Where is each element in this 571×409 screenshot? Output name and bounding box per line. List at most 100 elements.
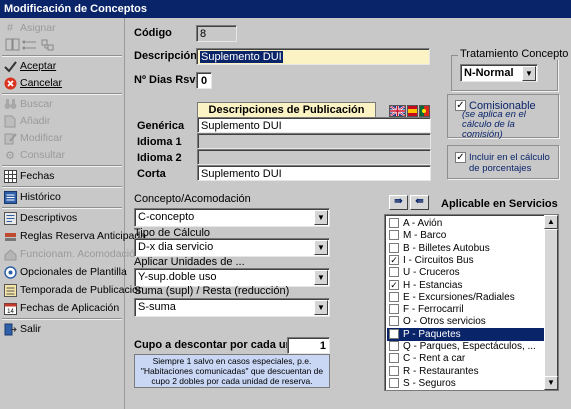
sidebar-item-fechas[interactable]: Fechas [0, 167, 124, 185]
service-checkbox[interactable] [389, 316, 399, 327]
sidebar-item-anadir[interactable]: Añadir [0, 112, 124, 130]
spain-flag-icon[interactable] [407, 105, 418, 117]
tipo-calculo-select[interactable]: D-x dia servicio ▼ [134, 238, 330, 257]
chevron-down-icon[interactable]: ▼ [314, 270, 328, 285]
concepto-select[interactable]: C-concepto ▼ [134, 208, 330, 227]
service-item[interactable]: ✓ I - Circuitos Bus [387, 254, 546, 267]
service-checkbox[interactable]: ✓ [389, 279, 399, 290]
descripcion-value: Suplemento DUI [200, 51, 283, 63]
gear-icon: ⚙ [5, 149, 15, 162]
scroll-thumb[interactable] [544, 229, 558, 379]
service-item[interactable]: F - Ferrocarril [387, 303, 546, 316]
service-item[interactable]: R - Restaurantes [387, 365, 546, 378]
codigo-label: Código [134, 27, 172, 39]
chevron-down-icon[interactable]: ▼ [314, 240, 328, 255]
service-item[interactable]: O - Otros servicios [387, 315, 546, 328]
sidebar-item-fechas-de-aplicacion[interactable]: 14 Fechas de Aplicación [0, 299, 124, 317]
sidebar: #Asignar Aceptar Cancelar Buscar Añadir [0, 18, 146, 409]
servicios-scrollbar[interactable]: ▲ ▼ [544, 215, 558, 390]
sidebar-item-cancelar[interactable]: Cancelar [0, 74, 124, 92]
cupo-field[interactable]: 1 [287, 337, 330, 354]
descripcion-label: Descripción [134, 50, 197, 62]
service-checkbox[interactable] [389, 353, 399, 364]
window-title: Modificación de Conceptos [0, 0, 571, 18]
service-item[interactable]: Q - Parques, Espectáculos, ... [387, 340, 546, 353]
sidebar-item-historico[interactable]: Histórico [0, 188, 124, 206]
aplicar-label: Aplicar Unidades de ... [134, 256, 245, 268]
dias-rsva-label: Nº Dias Rsva. [134, 74, 205, 86]
sidebar-item-descriptivos[interactable]: Descriptivos [0, 209, 124, 227]
chevron-down-icon[interactable]: ▼ [314, 210, 328, 225]
servicios-label: Aplicable en Servicios [441, 198, 558, 210]
sidebar-item-consultar[interactable]: ⚙ Consultar [0, 146, 124, 164]
idioma1-field[interactable] [197, 133, 431, 149]
service-checkbox[interactable] [389, 341, 399, 351]
descripcion-field[interactable]: Suplemento DUI [196, 48, 430, 65]
suma-select[interactable]: S-suma ▼ [134, 298, 330, 317]
idioma1-label: Idioma 1 [137, 136, 182, 148]
tratamiento-select[interactable]: N-Normal ▼ [460, 64, 538, 82]
service-item[interactable]: ✓ P - Paquetes [387, 327, 546, 341]
service-label: R - Restaurantes [403, 365, 479, 377]
cupo-note: Siempre 1 salvo en casos especiales, p.e… [134, 354, 330, 388]
scroll-down-icon[interactable]: ▼ [544, 376, 558, 390]
sidebar-item-modificar[interactable]: Modificar [0, 129, 124, 147]
sidebar-item-opcionales-de-plantilla[interactable]: Opcionales de Plantilla [0, 263, 127, 281]
service-item[interactable]: ✓ H - Estancias [387, 279, 546, 292]
sidebar-item-aceptar[interactable]: Aceptar [0, 57, 124, 75]
sidebar-item-buscar[interactable]: Buscar [0, 95, 124, 113]
service-checkbox[interactable] [389, 377, 399, 388]
uk-flag-icon[interactable] [389, 105, 406, 117]
service-checkbox[interactable] [389, 230, 399, 241]
tipo-calculo-value: D-x dia servicio [138, 241, 214, 253]
next-service-arrow-icon[interactable]: ⇛ [389, 195, 408, 210]
sidebar-item-reglas-reserva-anticipada[interactable]: Reglas Reserva Anticipada [0, 227, 146, 245]
service-checkbox[interactable] [389, 267, 399, 278]
service-checkbox[interactable] [389, 218, 399, 228]
service-checkbox[interactable] [389, 242, 399, 253]
chevron-down-icon[interactable]: ▼ [314, 300, 328, 315]
service-checkbox[interactable] [389, 291, 399, 302]
exit-icon [3, 322, 17, 336]
service-label: H - Estancias [403, 279, 463, 291]
window: Modificación de Conceptos # Asignar Acept… [0, 0, 571, 409]
aplicar-value: Y-sup.doble uso [138, 271, 217, 283]
service-checkbox[interactable]: ✓ [389, 254, 399, 265]
dias-rsva-field[interactable]: 0 [196, 72, 212, 89]
porcentajes-label: Incluir en el cálculo de porcentajes [469, 152, 550, 174]
service-item[interactable]: S - Seguros [387, 377, 546, 390]
scroll-up-icon[interactable]: ▲ [544, 215, 558, 229]
generica-label: Genérica [137, 120, 185, 132]
portugal-flag-icon[interactable] [419, 105, 430, 117]
servicios-list[interactable]: A - Avión M - Barco B - Billetes Autobus ✓ I… [384, 214, 559, 391]
calendar-grid-icon [3, 169, 17, 183]
idioma2-field[interactable] [197, 149, 431, 165]
svg-text:14: 14 [7, 309, 14, 315]
service-item[interactable]: M - Barco [387, 229, 546, 242]
assign-mode-icons[interactable] [4, 37, 58, 53]
sidebar-item-asignar[interactable]: # Asignar [0, 19, 124, 37]
chevron-down-icon[interactable]: ▼ [522, 66, 536, 81]
porcentajes-checkbox[interactable]: ✓ [455, 152, 466, 163]
add-document-icon [3, 114, 17, 128]
service-label: A - Avión [403, 218, 443, 229]
suma-value: S-suma [138, 301, 176, 313]
service-item[interactable]: U - Cruceros [387, 266, 546, 279]
sidebar-item-funcionam-acomodacion[interactable]: Funcionam. Acomodación [0, 245, 141, 263]
service-checkbox[interactable] [389, 304, 399, 315]
service-item[interactable]: E - Excursiones/Radiales [387, 291, 546, 304]
sidebar-item-salir[interactable]: Salir [0, 320, 124, 338]
concepto-value: C-concepto [138, 211, 195, 223]
generica-field[interactable]: Suplemento DUI [197, 117, 431, 133]
sidebar-item-temporada-de-publicacion[interactable]: Temporada de Publicación [0, 281, 144, 299]
corta-field[interactable]: Suplemento DUI [197, 165, 431, 181]
service-label: S - Seguros [403, 377, 456, 389]
service-checkbox[interactable]: ✓ [389, 328, 399, 339]
service-item[interactable]: A - Avión [387, 217, 546, 230]
service-checkbox[interactable] [389, 365, 399, 376]
service-item[interactable]: B - Billetes Autobus [387, 242, 546, 255]
service-item[interactable]: C - Rent a car [387, 352, 546, 365]
prev-service-arrow-icon[interactable]: ⇚ [410, 195, 429, 210]
tratamiento-label: Tratamiento Concepto [458, 48, 571, 60]
descriptions-icon [3, 211, 17, 225]
